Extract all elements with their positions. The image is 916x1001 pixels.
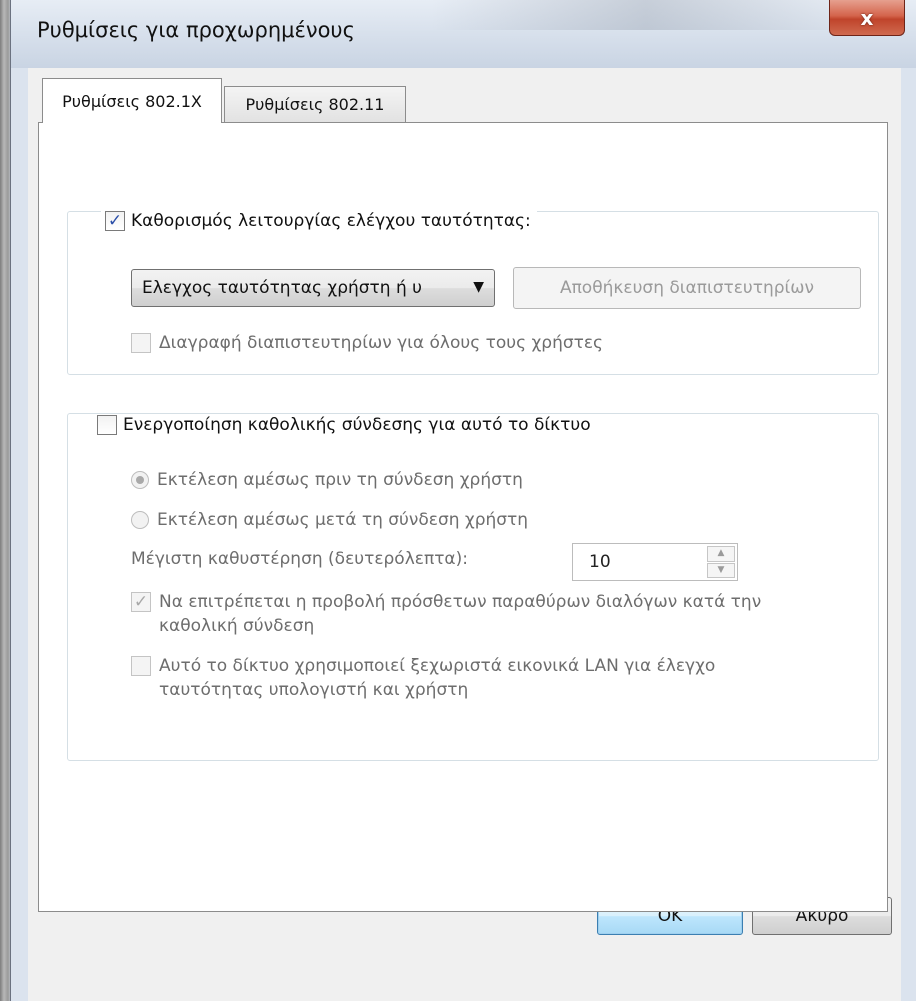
chevron-down-icon: ▼ bbox=[473, 279, 484, 295]
radio-before-logon-option[interactable]: Εκτέλεση αμέσως πριν τη σύνδεση χρήστη bbox=[131, 468, 523, 492]
window-title: Ρυθμίσεις για προχωρημένους bbox=[37, 18, 355, 42]
specify-auth-mode-label: Καθορισμός λειτουργίας ελέγχου ταυτότητα… bbox=[131, 211, 531, 231]
delete-credentials-option[interactable]: Διαγραφή διαπιστευτηρίων για όλους τους … bbox=[131, 331, 603, 355]
tab-panel: ✓ Καθορισμός λειτουργίας ελέγχου ταυτότη… bbox=[38, 122, 888, 912]
allow-extra-dialogs-checkbox[interactable]: ✓ bbox=[131, 592, 151, 612]
radio-after-logon-option[interactable]: Εκτέλεση αμέσως μετά τη σύνδεση χρήστη bbox=[131, 508, 528, 532]
enable-sso-checkbox[interactable]: Ενεργοποίηση καθολικής σύνδεσης για αυτό… bbox=[93, 415, 597, 435]
close-button[interactable]: x bbox=[829, 0, 905, 36]
radio-after-logon[interactable] bbox=[131, 511, 149, 529]
dialog-client-area: Ρυθμίσεις 802.1X Ρυθμίσεις 802.11 ✓ Καθο… bbox=[28, 68, 901, 1001]
separate-vlans-checkbox[interactable] bbox=[131, 656, 151, 676]
close-icon: x bbox=[860, 5, 874, 30]
tab-802-11-settings[interactable]: Ρυθμίσεις 802.11 bbox=[224, 86, 406, 122]
max-delay-label: Μέγιστη καθυστέρηση (δευτερόλεπτα): bbox=[131, 549, 468, 569]
chevron-up-icon[interactable]: ▲ bbox=[707, 546, 735, 562]
single-sign-on-group bbox=[67, 413, 879, 761]
auth-mode-select-value: Ελεγχος ταυτότητας χρήστη ή υ bbox=[142, 278, 422, 298]
separate-vlans-label-line2: ταυτότητας υπολογιστή και χρήστη bbox=[159, 680, 469, 700]
allow-extra-dialogs-option[interactable]: ✓ Να επιτρέπεται η προβολή πρόσθετων παρ… bbox=[131, 590, 761, 638]
specify-auth-mode-checkbox[interactable]: ✓ Καθορισμός λειτουργίας ελέγχου ταυτότη… bbox=[101, 211, 537, 231]
separate-vlans-label-line1: Αυτό το δίκτυο χρησιμοποιεί ξεχωριστά ει… bbox=[159, 656, 716, 676]
radio-before-logon-label: Εκτέλεση αμέσως πριν τη σύνδεση χρήστη bbox=[157, 470, 523, 490]
radio-before-logon[interactable] bbox=[131, 471, 149, 489]
save-credentials-label: Αποθήκευση διαπιστευτηρίων bbox=[559, 278, 815, 298]
tab-label: Ρυθμίσεις 802.1X bbox=[62, 91, 202, 111]
max-delay-value: 10 bbox=[589, 552, 611, 572]
title-bar[interactable]: Ρυθμίσεις για προχωρημένους x bbox=[11, 0, 916, 68]
allow-extra-dialogs-label-line1: Να επιτρέπεται η προβολή πρόσθετων παραθ… bbox=[159, 592, 762, 612]
delete-credentials-checkbox[interactable] bbox=[131, 333, 151, 353]
tab-802-1x-settings[interactable]: Ρυθμίσεις 802.1X bbox=[42, 78, 222, 123]
radio-after-logon-label: Εκτέλεση αμέσως μετά τη σύνδεση χρήστη bbox=[157, 510, 529, 530]
enable-sso-label: Ενεργοποίηση καθολικής σύνδεσης για αυτό… bbox=[123, 415, 591, 435]
enable-sso-box[interactable] bbox=[97, 415, 117, 435]
separate-vlans-option[interactable]: Αυτό το δίκτυο χρησιμοποιεί ξεχωριστά ει… bbox=[131, 654, 715, 702]
max-delay-stepper[interactable]: 10 ▲ ▼ bbox=[572, 543, 738, 581]
tab-label: Ρυθμίσεις 802.11 bbox=[245, 95, 385, 114]
save-credentials-button[interactable]: Αποθήκευση διαπιστευτηρίων bbox=[513, 267, 861, 309]
allow-extra-dialogs-label-line2: καθολική σύνδεση bbox=[159, 616, 315, 636]
chevron-down-icon[interactable]: ▼ bbox=[707, 562, 735, 578]
delete-credentials-label: Διαγραφή διαπιστευτηρίων για όλους τους … bbox=[159, 333, 604, 353]
auth-mode-select[interactable]: Ελεγχος ταυτότητας χρήστη ή υ ▼ bbox=[131, 269, 495, 307]
checkbox-checked-icon[interactable]: ✓ bbox=[105, 211, 125, 231]
